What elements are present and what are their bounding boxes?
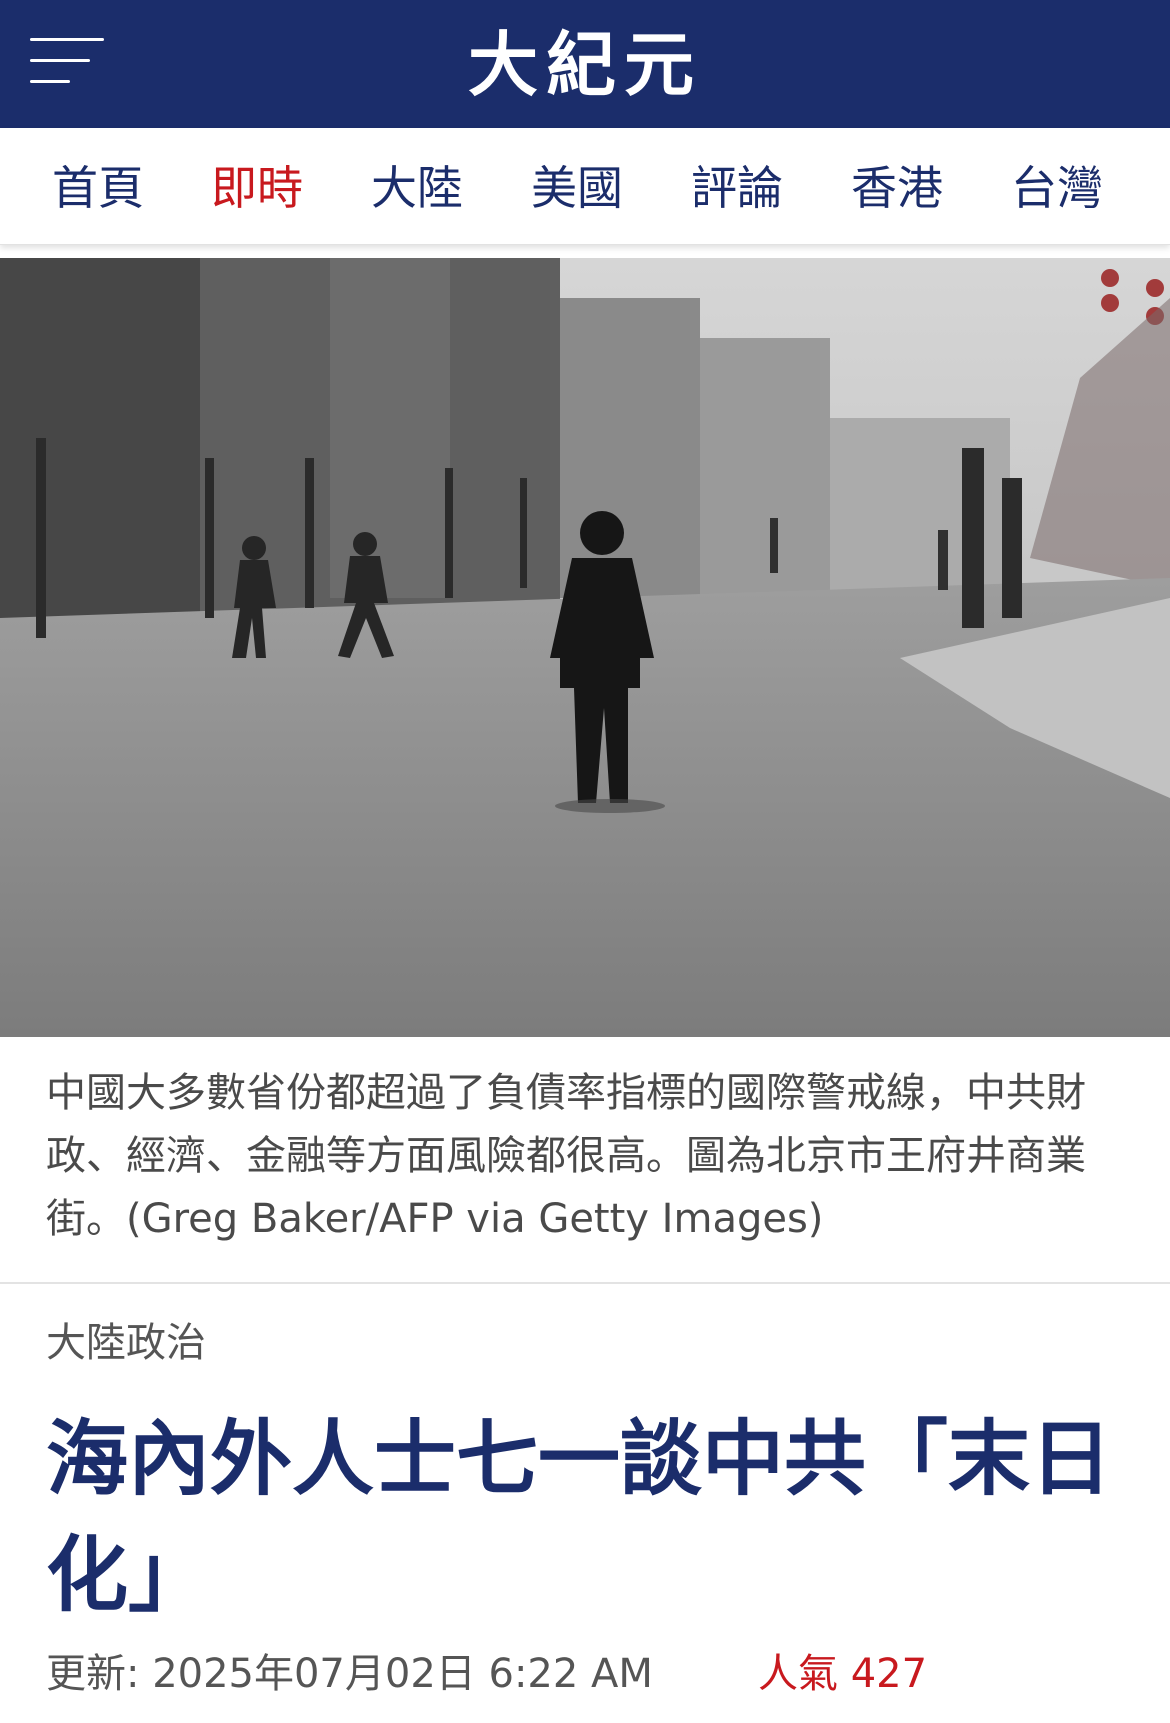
nav-item-usa[interactable]: 美國 xyxy=(531,158,623,218)
top-header: 大紀元 xyxy=(0,0,1170,128)
update-time: 更新: 2025年07月02日 6:22 AM xyxy=(46,1651,653,1697)
nav-item-instant[interactable]: 即時 xyxy=(211,158,303,218)
nav-item-home[interactable]: 首頁 xyxy=(52,158,144,218)
article-category[interactable]: 大陸政治 xyxy=(46,1315,206,1371)
nav-item-hongkong[interactable]: 香港 xyxy=(851,158,943,218)
category-nav: 首頁 即時 大陸 美國 評論 香港 台灣 xyxy=(0,128,1170,245)
article-title: 海內外人士七一談中共「末日化」 xyxy=(46,1412,1113,1623)
hamburger-menu-icon[interactable] xyxy=(30,34,104,90)
nav-item-mainland[interactable]: 大陸 xyxy=(371,158,463,218)
site-logo[interactable]: 大紀元 xyxy=(385,20,785,110)
photo-caption: 中國大多數省份都超過了負債率指標的國際警戒線，中共財政、經濟、金融等方面風險都很… xyxy=(46,1070,1086,1242)
hero-photo xyxy=(0,258,1170,1037)
nav-item-commentary[interactable]: 評論 xyxy=(691,158,783,218)
popularity-count: 人氣 427 xyxy=(758,1651,928,1697)
nav-item-taiwan[interactable]: 台灣 xyxy=(1011,158,1103,218)
divider xyxy=(0,1282,1170,1284)
